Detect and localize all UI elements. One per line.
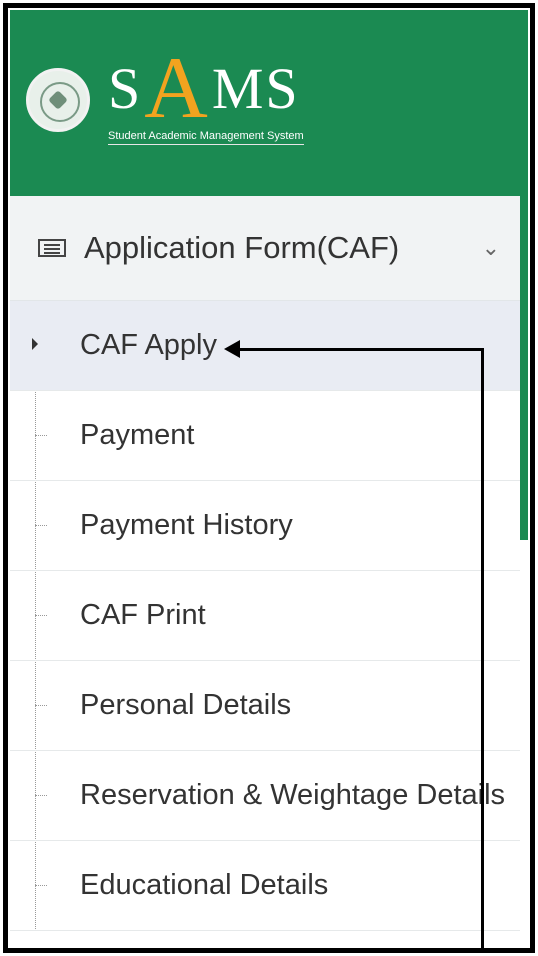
submenu-label: Payment History — [80, 509, 293, 541]
caret-right-icon — [32, 338, 38, 350]
chevron-down-icon[interactable]: ⌄ — [482, 235, 500, 261]
sidebar-menu: Application Form(CAF) ⌄ CAF Apply Paymen… — [10, 196, 520, 946]
tree-connector — [35, 795, 47, 796]
menu-group-title: Application Form(CAF) — [84, 230, 400, 265]
tree-connector — [35, 435, 47, 436]
state-emblem-logo — [26, 68, 90, 132]
submenu-item-payment[interactable]: Payment — [10, 391, 520, 481]
submenu-item-payment-history[interactable]: Payment History — [10, 481, 520, 571]
submenu-list: CAF Apply Payment Payment History CAF Pr… — [10, 301, 520, 931]
submenu-label: CAF Print — [80, 599, 206, 631]
brand-prefix: S — [108, 56, 143, 121]
menu-group-application-form[interactable]: Application Form(CAF) ⌄ — [10, 196, 520, 301]
submenu-label: Reservation & Weightage Details — [80, 779, 506, 811]
submenu-item-caf-apply[interactable]: CAF Apply — [10, 301, 520, 391]
submenu-label: CAF Apply — [80, 329, 217, 361]
submenu-item-reservation-weightage[interactable]: Reservation & Weightage Details — [10, 751, 520, 841]
tree-connector — [35, 885, 47, 886]
tree-connector — [35, 525, 47, 526]
submenu-label: Personal Details — [80, 689, 292, 721]
tree-connector — [35, 615, 47, 616]
app-header: S A MS Student Academic Management System — [10, 10, 528, 196]
tree-connector — [35, 705, 47, 706]
form-icon — [38, 239, 66, 257]
submenu-item-caf-print[interactable]: CAF Print — [10, 571, 520, 661]
annotation-arrow-shaft — [238, 348, 484, 351]
brand-accent-letter: A — [144, 40, 210, 137]
submenu-label: Educational Details — [80, 869, 329, 901]
annotation-arrow-head-icon — [224, 340, 240, 358]
submenu-item-educational-details[interactable]: Educational Details — [10, 841, 520, 931]
submenu-item-personal-details[interactable]: Personal Details — [10, 661, 520, 751]
brand-wordmark: S A MS — [108, 40, 304, 137]
submenu-label: Payment — [80, 419, 195, 451]
brand-tagline: Student Academic Management System — [108, 130, 304, 145]
brand-logo[interactable]: S A MS Student Academic Management System — [108, 40, 304, 145]
annotation-arrow-leader — [481, 348, 484, 948]
brand-suffix: MS — [211, 56, 300, 121]
